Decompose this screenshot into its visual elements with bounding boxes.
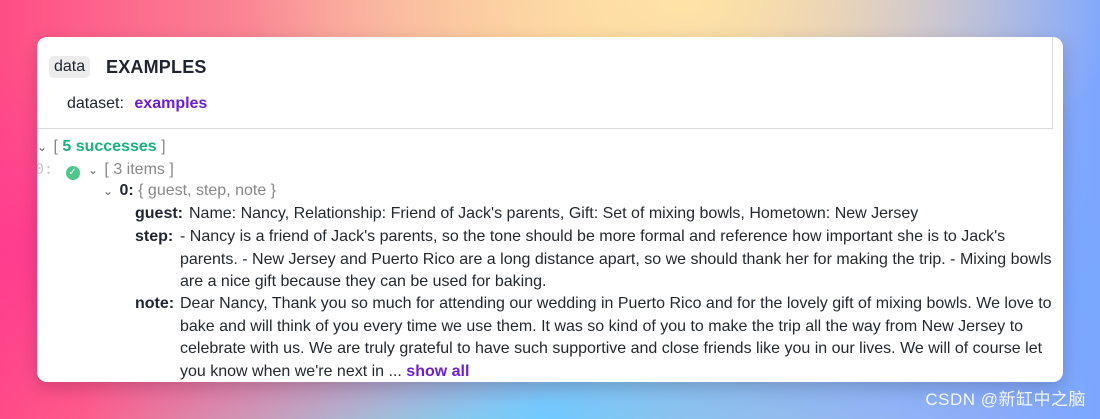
field-value-note: Dear Nancy, Thank you so much for attend… — [180, 293, 1055, 382]
item-count: 3 items — [113, 161, 165, 178]
field-step: step: - Nancy is a friend of Jack's pare… — [135, 226, 1055, 294]
chevron-down-icon[interactable]: ⌄ — [37, 136, 49, 158]
root-success-count: 5 successes — [62, 138, 157, 155]
card-header: data EXAMPLES dataset: examples — [37, 37, 1053, 129]
entry-keys: { guest, step, note } — [138, 182, 277, 199]
field-key-guest: guest: — [135, 205, 183, 222]
field-note: note: Dear Nancy, Thank you so much for … — [135, 293, 1055, 382]
root-open-bracket: [ — [53, 138, 58, 155]
tree-root-row[interactable]: ⌄ [ 5 successes ] — [37, 136, 166, 158]
chevron-down-icon[interactable]: ⌄ — [88, 159, 100, 181]
field-key-note: note: — [135, 295, 175, 312]
item-index: 0: — [37, 160, 54, 178]
tree-entry-row[interactable]: ⌄ 0: { guest, step, note } — [103, 180, 276, 202]
section-title: EXAMPLES — [106, 57, 207, 77]
data-chip: data — [49, 56, 91, 78]
examples-card: data EXAMPLES dataset: examples ⌄ [ 5 su… — [37, 37, 1063, 382]
watermark: CSDN @新缸中之脑 — [925, 390, 1086, 409]
dataset-row: dataset: examples — [67, 94, 207, 114]
item-open-bracket: [ — [104, 161, 109, 178]
root-close-bracket: ] — [161, 138, 166, 155]
field-value-guest: Name: Nancy, Relationship: Friend of Jac… — [189, 205, 919, 222]
field-key-step: step: — [135, 228, 174, 245]
chevron-down-icon[interactable]: ⌄ — [103, 180, 115, 202]
field-value-step: - Nancy is a friend of Jack's parents, s… — [180, 228, 1052, 290]
entry-index: 0: — [119, 182, 134, 199]
check-circle-icon: ✓ — [65, 166, 80, 180]
field-guest: guest: Name: Nancy, Relationship: Friend… — [135, 203, 1055, 226]
dataset-label: dataset: — [67, 95, 124, 112]
show-all-link[interactable]: show all — [406, 363, 469, 380]
item-close-bracket: ] — [169, 161, 174, 178]
tree-item-row[interactable]: 0: ✓ ⌄ [ 3 items ] — [37, 158, 174, 181]
note-text: Dear Nancy, Thank you so much for attend… — [180, 295, 1052, 380]
dataset-link[interactable]: examples — [134, 95, 207, 112]
